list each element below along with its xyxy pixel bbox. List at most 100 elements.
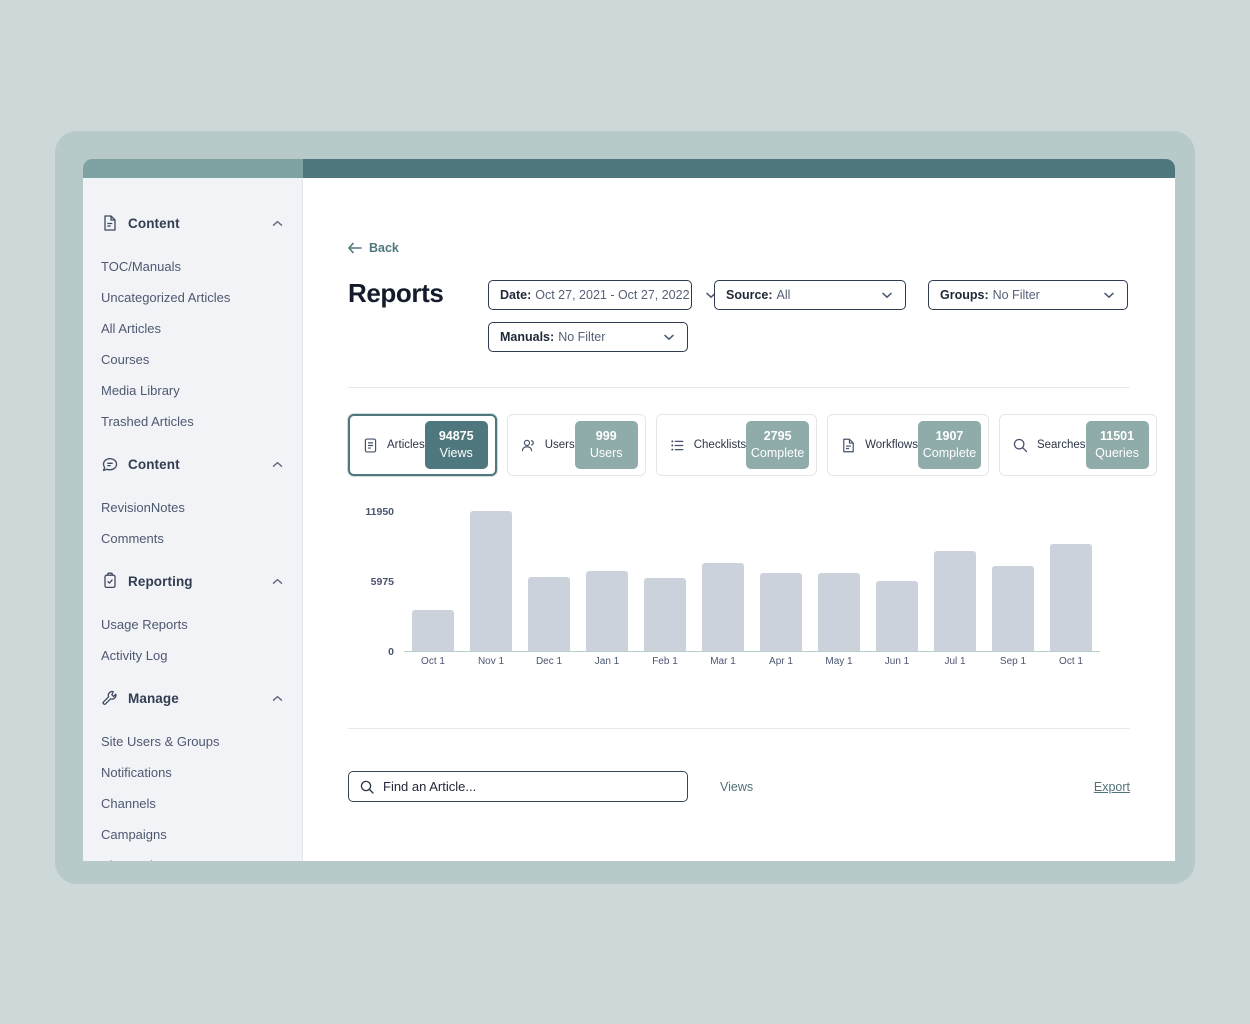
sidebar-item-media-library[interactable]: Media Library [83,375,302,406]
sidebar-item-campaigns[interactable]: Campaigns [83,819,302,850]
chart-bar-column [926,551,984,651]
sidebar-group-spacer [83,437,302,449]
stat-card-left: Workflows [840,437,918,454]
chart-bar[interactable] [644,578,686,651]
date-filter-select[interactable]: Date:Oct 27, 2021 - Oct 27, 2022 [488,280,692,310]
back-button[interactable]: Back [348,241,399,255]
chart-x-tick: Feb 1 [636,656,694,667]
sidebar-item-usage-reports[interactable]: Usage Reports [83,609,302,640]
stat-card-label: Articles [387,439,425,451]
chart-x-axis: Oct 1Nov 1Dec 1Jan 1Feb 1Mar 1Apr 1May 1… [404,656,1100,667]
chevron-down-icon[interactable] [866,288,894,302]
search-icon [360,780,374,794]
views-label: Views [720,780,753,794]
stat-cards: Articles94875ViewsUsers999UsersChecklist… [348,414,1130,476]
chart-bar[interactable] [528,577,570,651]
chart-plot-area [404,512,1100,652]
manuals-filter-select[interactable]: Manuals: No Filter [488,322,688,352]
sidebar-group-content-1[interactable]: Content [83,449,302,479]
chart-bar[interactable] [470,511,512,651]
sidebar-item-toc-manuals[interactable]: TOC/Manuals [83,251,302,282]
chevron-down-icon[interactable] [1088,288,1116,302]
sidebar-group-manage-3[interactable]: Manage [83,683,302,713]
users-icon [520,437,537,454]
manuals-filter-value: No Filter [558,330,605,344]
sidebar-item-trashed-articles[interactable]: Trashed Articles [83,406,302,437]
chevron-up-icon[interactable] [271,458,284,471]
sidebar-group-content-0[interactable]: Content [83,208,302,238]
article-icon [362,437,379,454]
comment-icon [101,455,119,473]
groups-filter-key: Groups: [940,288,989,302]
sidebar-group-label: Content [128,216,180,231]
chevron-up-icon[interactable] [271,217,284,230]
sidebar-item-comments[interactable]: Comments [83,523,302,554]
sidebar-item-site-settings[interactable]: Site Settings [83,850,302,861]
chart-bar[interactable] [934,551,976,651]
stat-card-workflows[interactable]: Workflows1907Complete [827,414,989,476]
chart-bar[interactable] [1050,544,1092,651]
sidebar-item-channels[interactable]: Channels [83,788,302,819]
sidebar-group-reporting-2[interactable]: Reporting [83,566,302,596]
chart-bar[interactable] [760,573,802,651]
filter-bar: Date:Oct 27, 2021 - Oct 27, 2022 Source:A… [488,276,1130,352]
chart-bar[interactable] [586,571,628,651]
sidebar-item-activity-log[interactable]: Activity Log [83,640,302,671]
stat-card-searches[interactable]: Searches11501Queries [999,414,1157,476]
sidebar: Content TOC/ManualsUncategorized Articles… [83,178,303,861]
sidebar-item-uncategorized-articles[interactable]: Uncategorized Articles [83,282,302,313]
sidebar-item-notifications[interactable]: Notifications [83,757,302,788]
chart-x-tick: Jul 1 [926,656,984,667]
chart-bar-column [462,511,520,651]
sidebar-item-revisionnotes[interactable]: RevisionNotes [83,492,302,523]
stat-card-left: Articles [362,437,425,454]
chart-bar[interactable] [818,573,860,651]
chart-bar[interactable] [992,566,1034,651]
chart-y-tick: 0 [388,646,394,658]
stat-card-articles[interactable]: Articles94875Views [348,414,497,476]
date-filter-value: Oct 27, 2021 - Oct 27, 2022 [535,288,689,302]
chart-bar[interactable] [412,610,454,651]
chart-x-tick: Sep 1 [984,656,1042,667]
chart-bar-column [984,566,1042,651]
sidebar-item-site-users-groups[interactable]: Site Users & Groups [83,726,302,757]
header-divider [348,387,1130,388]
chart-bar-column [1042,544,1100,651]
sidebar-item-courses[interactable]: Courses [83,344,302,375]
chevron-down-icon[interactable] [648,330,676,344]
stat-card-users[interactable]: Users999Users [507,414,646,476]
chart-x-tick: May 1 [810,656,868,667]
back-label: Back [369,241,399,255]
chart-bar[interactable] [876,581,918,651]
source-filter-select[interactable]: Source:All [714,280,906,310]
page-title: Reports [348,276,466,310]
search-input[interactable] [383,779,676,794]
sidebar-group-label: Content [128,457,180,472]
chevron-up-icon[interactable] [271,575,284,588]
search-box[interactable] [348,771,688,802]
chart-y-tick: 5975 [371,576,394,588]
chart-y-tick: 11950 [365,506,394,518]
sidebar-item-all-articles[interactable]: All Articles [83,313,302,344]
window-body: Content TOC/ManualsUncategorized Articles… [83,178,1175,861]
stat-card-unit: Complete [923,445,977,462]
stat-card-unit: Queries [1095,445,1139,462]
groups-filter-value: No Filter [993,288,1040,302]
workflow-icon [840,437,857,454]
page-header: Reports Date:Oct 27, 2021 - Oct 27, 2022… [348,276,1130,352]
export-link[interactable]: Export [1094,780,1130,794]
stat-card-checklists[interactable]: Checklists2795Complete [656,414,817,476]
chart-x-tick: Oct 1 [404,656,462,667]
topbar-sidebar-strip [83,159,303,178]
stat-card-number: 999 [596,428,617,445]
topbar-main-strip [303,159,1175,178]
manuals-filter-key: Manuals: [500,330,554,344]
sidebar-group-spacer [83,554,302,566]
chart-bar-column [636,578,694,651]
source-filter-value: All [777,288,791,302]
stat-card-left: Users [520,437,575,454]
sidebar-group-label: Reporting [128,574,193,589]
chevron-up-icon[interactable] [271,692,284,705]
groups-filter-select[interactable]: Groups: No Filter [928,280,1128,310]
chart-bar[interactable] [702,563,744,651]
